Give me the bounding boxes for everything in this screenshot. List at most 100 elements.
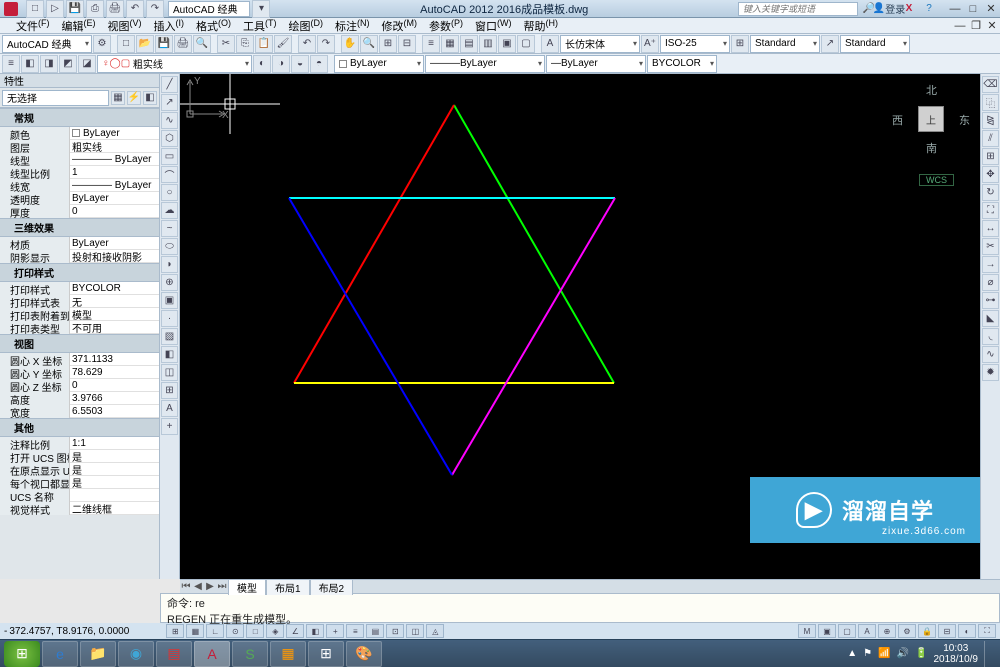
prop-value[interactable]: ———— ByLayer xyxy=(70,179,159,192)
tray-vol-icon[interactable]: 🔊 xyxy=(897,648,909,659)
prop-value[interactable]: 0 xyxy=(70,205,159,218)
copy-obj-icon[interactable]: ⿻ xyxy=(982,94,999,111)
tray-net-icon[interactable]: 📶 xyxy=(878,648,890,659)
prop-value[interactable]: 是 xyxy=(70,476,159,489)
blend-icon[interactable]: ∿ xyxy=(982,346,999,363)
break-icon[interactable]: ⌀ xyxy=(982,274,999,291)
tb-mm-icon[interactable]: ▣ xyxy=(498,35,516,53)
tab-model[interactable]: 模型 xyxy=(228,579,266,595)
task-app3[interactable]: ⊞ xyxy=(308,641,344,667)
erase-icon[interactable]: ⌫ xyxy=(982,76,999,93)
prop-group-打印样式[interactable]: 打印样式 xyxy=(0,263,159,282)
ml-style-dd[interactable]: Standard xyxy=(840,35,910,53)
layer-prev-icon[interactable]: ◒ xyxy=(291,55,309,73)
selection-combo[interactable]: 无选择 xyxy=(2,90,109,106)
prop-value[interactable]: 1:1 xyxy=(70,437,159,450)
arc-icon[interactable]: ⌒ xyxy=(161,166,178,183)
ws-gear-icon[interactable]: ▾ xyxy=(252,0,270,18)
login-button[interactable]: 👤 登录 xyxy=(882,2,896,16)
polygon-icon[interactable]: ⬡ xyxy=(161,130,178,147)
undo-icon[interactable]: ↶ xyxy=(126,0,144,18)
lineweight-dd[interactable]: — ByLayer xyxy=(546,55,646,73)
menu-窗口[interactable]: 窗口(W) xyxy=(469,18,518,34)
prop-value[interactable]: 1 xyxy=(70,166,159,179)
snap-mode-icon[interactable]: ⊞ xyxy=(166,624,184,638)
prop-value[interactable]: 二维线框 xyxy=(70,502,159,515)
lock-ui-icon[interactable]: 🔒 xyxy=(918,624,936,638)
ellipsearc-icon[interactable]: ◗ xyxy=(161,256,178,273)
tab-layout2[interactable]: 布局2 xyxy=(310,579,354,595)
pline-icon[interactable]: ∿ xyxy=(161,112,178,129)
dyn-icon[interactable]: + xyxy=(326,624,344,638)
toggle-pim-icon[interactable]: ◧ xyxy=(143,91,157,105)
tray-batt-icon[interactable]: 🔋 xyxy=(915,648,927,659)
tab-next-icon[interactable]: ▶ xyxy=(204,581,216,592)
ray-icon[interactable]: ↗ xyxy=(161,94,178,111)
stretch-icon[interactable]: ↔ xyxy=(982,220,999,237)
tb-text-icon[interactable]: A xyxy=(541,35,559,53)
insert-icon[interactable]: ⊕ xyxy=(161,274,178,291)
menu-插入[interactable]: 插入(I) xyxy=(148,18,191,34)
tb-paste-icon[interactable]: 📋 xyxy=(255,35,273,53)
clock[interactable]: 10:03 2018/10/9 xyxy=(934,643,979,665)
tb-copy-icon[interactable]: ⎘ xyxy=(236,35,254,53)
menu-帮助[interactable]: 帮助(H) xyxy=(518,18,565,34)
saveas-icon[interactable]: ⎙ xyxy=(86,0,104,18)
tb-props-icon[interactable]: ≡ xyxy=(422,35,440,53)
layer-uniso-icon[interactable]: ◪ xyxy=(78,55,96,73)
model-btn[interactable]: M xyxy=(798,624,816,638)
osnap-icon[interactable]: □ xyxy=(246,624,264,638)
doc-minimize[interactable]: — xyxy=(952,19,968,33)
app-icon[interactable] xyxy=(4,2,18,16)
otrack-icon[interactable]: ∠ xyxy=(286,624,304,638)
layer-match-icon[interactable]: ◑ xyxy=(272,55,290,73)
hardware-icon[interactable]: ⊟ xyxy=(938,624,956,638)
table-tool-icon[interactable]: ⊞ xyxy=(161,382,178,399)
tb-qcalc-icon[interactable]: ▢ xyxy=(517,35,535,53)
color-dd[interactable]: ByLayer xyxy=(334,55,424,73)
prop-group-其他[interactable]: 其他 xyxy=(0,418,159,437)
prop-value[interactable]: 0 xyxy=(70,379,159,392)
prop-value[interactable]: 投射和接收阴影 xyxy=(70,250,159,263)
block-icon[interactable]: ▣ xyxy=(161,292,178,309)
menu-视图[interactable]: 视图(V) xyxy=(102,18,148,34)
lwt-icon[interactable]: ≡ xyxy=(346,624,364,638)
linetype-select-dd[interactable]: ——— ByLayer xyxy=(425,55,545,73)
prop-value[interactable]: 是 xyxy=(70,450,159,463)
plotstyle-dd[interactable]: BYCOLOR xyxy=(647,55,717,73)
tab-first-icon[interactable]: ⏮ xyxy=(180,581,192,592)
doc-close[interactable]: ✕ xyxy=(984,19,1000,33)
sc-icon[interactable]: ◫ xyxy=(406,624,424,638)
ann-vis-icon[interactable]: ⊕ xyxy=(878,624,896,638)
maximize-button[interactable]: □ xyxy=(964,1,982,17)
menu-参数[interactable]: 参数(P) xyxy=(423,18,469,34)
table-style-dd[interactable]: Standard xyxy=(750,35,820,53)
workspace-combo[interactable]: AutoCAD 经典 xyxy=(2,35,92,53)
help-icon[interactable]: ? xyxy=(922,2,936,16)
3dosnap-icon[interactable]: ◈ xyxy=(266,624,284,638)
clean-screen-icon[interactable]: ⛶ xyxy=(978,624,996,638)
tb-plot-icon[interactable]: 🖨 xyxy=(174,35,192,53)
prop-group-常规[interactable]: 常规 xyxy=(0,108,159,127)
redo-icon[interactable]: ↷ xyxy=(146,0,164,18)
command-line[interactable]: 命令: re REGEN 正在重生成模型。 xyxy=(160,593,1000,623)
spline-icon[interactable]: ~ xyxy=(161,220,178,237)
prop-value[interactable]: ByLayer xyxy=(70,192,159,205)
circle-icon[interactable]: ○ xyxy=(161,184,178,201)
system-tray[interactable]: ▲ ⚑ 📶 🔊 🔋 10:03 2018/10/9 xyxy=(841,641,996,667)
tb-dc-icon[interactable]: ▦ xyxy=(441,35,459,53)
move-icon[interactable]: ✥ xyxy=(982,166,999,183)
gear-icon[interactable]: ⚙ xyxy=(93,35,111,53)
join-icon[interactable]: ⊶ xyxy=(982,292,999,309)
text-tool-icon[interactable]: A xyxy=(161,400,178,417)
layer-walk-icon[interactable]: ◓ xyxy=(310,55,328,73)
tab-prev-icon[interactable]: ◀ xyxy=(192,581,204,592)
polar-icon[interactable]: ⊙ xyxy=(226,624,244,638)
task-wps[interactable]: ▤ xyxy=(156,641,192,667)
dim-style-dd[interactable]: ISO-25 xyxy=(660,35,730,53)
tb-ml-icon[interactable]: ↗ xyxy=(821,35,839,53)
save-icon[interactable]: 💾 xyxy=(66,0,84,18)
tb-zoomp-icon[interactable]: ⊟ xyxy=(398,35,416,53)
tab-last-icon[interactable]: ⏭ xyxy=(216,581,228,592)
tb-zoomw-icon[interactable]: ⊞ xyxy=(379,35,397,53)
